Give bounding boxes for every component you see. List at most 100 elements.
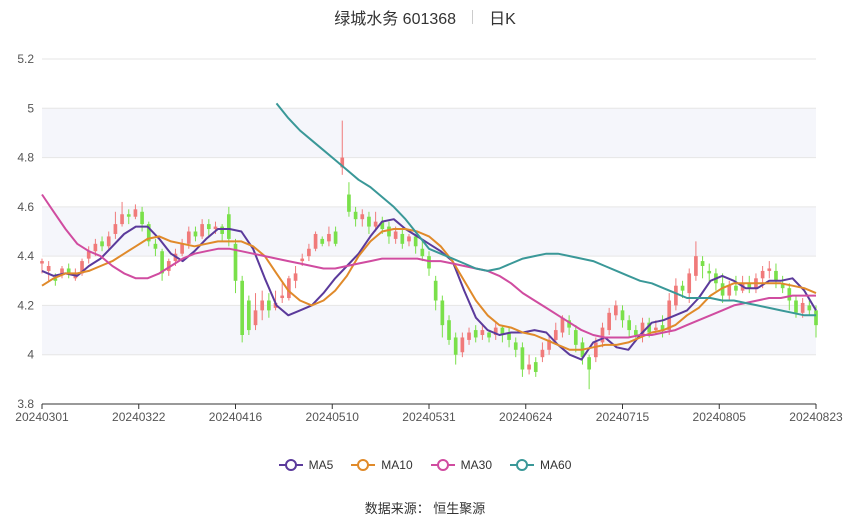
candle-body [654,327,658,331]
candle-body [60,268,64,274]
candle-body [447,320,451,340]
candle-body [126,214,131,217]
x-tick-label: 20240805 [693,410,747,424]
candle-body [280,295,285,299]
candlestick-chart: 5.2 5 4.8 4.6 4.4 4.2 4 3.820240301 20240322 2024… [15,52,843,424]
candle-body [307,248,311,257]
candle-body [186,231,191,244]
candle-body [260,300,265,311]
legend-item-ma60[interactable]: MA60 [510,458,571,472]
candle-body [427,256,431,269]
y-tick-label: 4.8 [17,151,34,165]
y-tick-label: 4.2 [17,298,34,312]
candle-body [787,288,792,301]
x-tick-label: 20240715 [596,410,650,424]
candle-body [760,270,765,279]
candle-body [587,357,591,370]
candle-body [120,214,124,225]
legend-marker-icon [430,459,455,471]
y-tick-label: 4 [27,348,34,362]
candle-body [373,221,378,227]
candle-body [520,347,525,370]
candle-body [180,243,184,254]
candle-body [794,300,798,313]
candle-body [734,285,738,291]
candle-body [360,214,365,220]
candle-body [327,233,331,242]
candle-body [480,330,485,335]
candle-body [767,268,772,271]
candle-body [513,342,518,350]
candle-body [800,302,805,313]
candle-body [153,243,158,249]
candle-body [527,364,531,370]
candle-body [573,330,578,345]
candle-body [140,211,144,225]
candle-body [113,224,118,234]
x-tick-label: 20240510 [306,410,360,424]
legend-marker-icon [510,459,535,471]
candle-body [807,305,812,311]
x-tick-label: 20240322 [112,410,166,424]
candle-body [620,310,625,321]
candle-body [193,231,198,237]
candle-body [420,248,425,257]
candle-body [814,310,818,326]
candle-body [267,300,271,311]
candle-body [106,236,111,247]
y-tick-label: 4.6 [17,200,34,214]
candle-body [460,337,465,353]
y-tick-label: 5.2 [17,52,34,66]
x-tick-label: 20240823 [789,410,843,424]
chart-legend: MA5 MA10 MA30 MA60 [0,458,850,472]
y-tick-label: 3.8 [17,397,34,411]
candle-body [226,214,231,239]
candle-body [467,332,471,340]
legend-marker-icon [278,459,303,471]
plot-band [42,108,816,158]
y-tick-label: 4.4 [17,249,34,263]
legend-label: MA30 [460,458,493,472]
legend-item-ma10[interactable]: MA10 [351,458,413,472]
candle-body [774,270,778,281]
candle-body [540,349,545,358]
candle-body [353,211,358,220]
candle-body [240,280,245,335]
legend-label: MA10 [381,458,413,472]
y-tick-label: 5 [27,101,34,115]
candle-body [413,236,418,247]
legend-item-ma5[interactable]: MA5 [278,458,334,472]
legend-item-ma30[interactable]: MA30 [430,458,493,472]
candle-body [320,238,325,244]
candle-body [293,273,298,281]
candle-body [440,300,445,326]
candle-body [674,285,678,306]
legend-marker-icon [351,459,376,471]
candle-body [627,320,632,331]
candle-body [600,327,605,343]
candle-body [400,233,405,244]
candle-body [607,312,611,331]
candle-body [680,285,685,291]
candle-body [433,280,438,301]
plot-band [42,305,816,355]
candle-body [667,300,672,331]
candle-body [687,273,692,294]
x-tick-label: 20240624 [499,410,553,424]
candle-body [707,270,712,274]
x-tick-label: 20240531 [402,410,456,424]
legend-label: MA60 [540,458,572,472]
candle-body [387,226,391,237]
candle-body [40,261,44,264]
candle-body [634,330,638,335]
candle-body [46,266,51,271]
candle-body [247,300,251,331]
legend-label: MA5 [308,458,334,472]
candle-body [533,362,538,372]
candle-body [407,236,411,242]
candle-body [220,226,224,234]
candle-body [100,241,104,247]
candle-body [93,243,98,252]
candle-body [694,256,698,276]
x-tick-label: 20240416 [209,410,263,424]
